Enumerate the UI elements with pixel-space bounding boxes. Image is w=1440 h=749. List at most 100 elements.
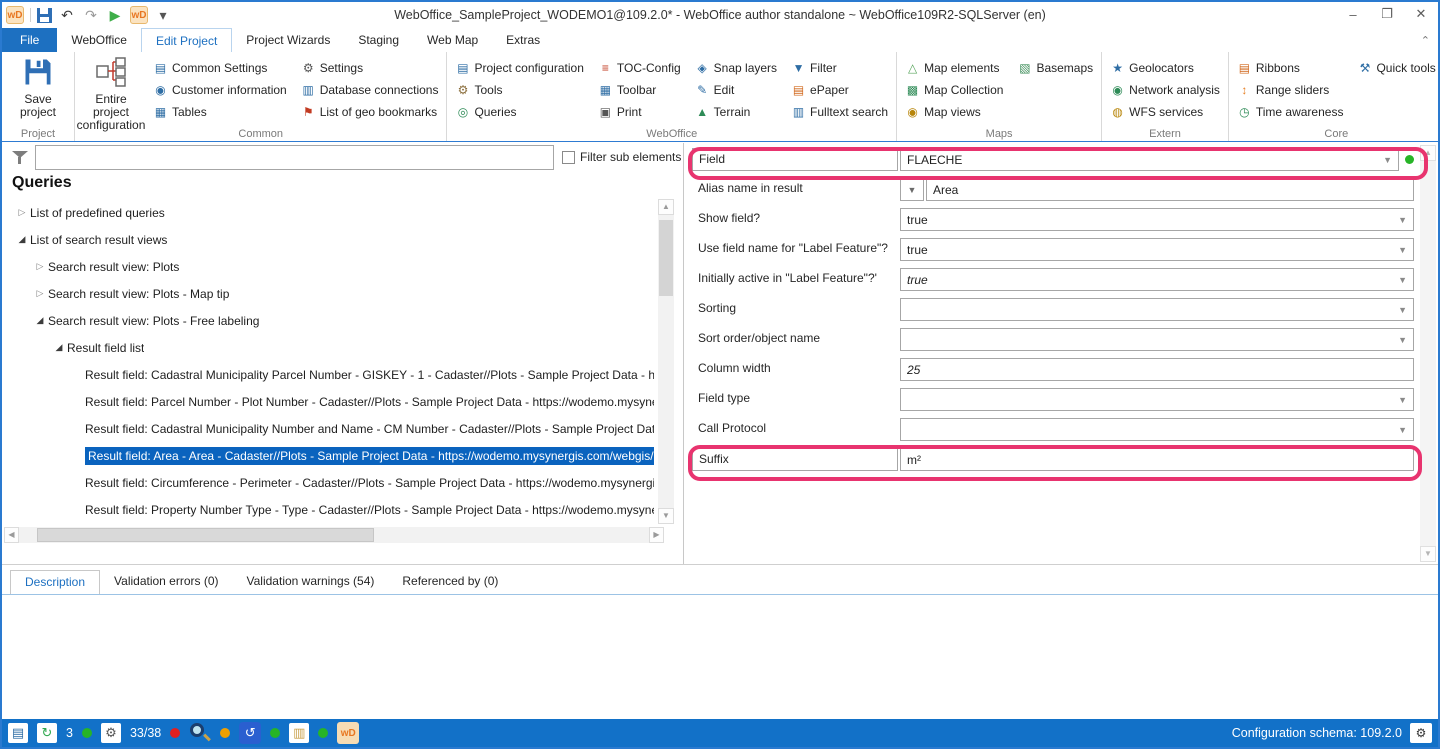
snap-layers-button[interactable]: ◈Snap layers <box>691 57 781 78</box>
scroll-up-icon[interactable]: ▲ <box>658 199 674 215</box>
show-field-select[interactable]: true▼ <box>900 208 1414 231</box>
tree-item[interactable]: ▷Search result view: Plots <box>4 253 656 280</box>
sort-order-object-name-select[interactable]: ▼ <box>900 328 1414 351</box>
field-type-select[interactable]: ▼ <box>900 388 1414 411</box>
scroll-down-icon[interactable]: ▼ <box>658 508 674 524</box>
panel-divider[interactable] <box>683 143 684 564</box>
horizontal-splitter[interactable] <box>2 564 1438 565</box>
tables-button[interactable]: ▦Tables <box>149 101 291 122</box>
scroll-right-icon[interactable]: ▶ <box>649 527 664 543</box>
tree-item[interactable]: Result field: Circumference - Perimeter … <box>4 469 656 496</box>
navigation-service-icon[interactable]: ↺ <box>239 722 261 744</box>
tree-item[interactable]: ◢Search result view: Plots - Free labeli… <box>4 307 656 334</box>
maximize-button[interactable]: ❐ <box>1370 2 1404 26</box>
form-vertical-scrollbar[interactable]: ▲ ▼ <box>1420 145 1436 562</box>
scroll-left-icon[interactable]: ◀ <box>4 527 19 543</box>
save-project-button[interactable]: Save project <box>6 55 70 127</box>
user-database-icon[interactable]: ▥ <box>289 723 309 743</box>
refresh-icon[interactable]: ↻ <box>37 723 57 743</box>
settings-button[interactable]: ⚙Settings <box>297 57 443 78</box>
wfs-services-button[interactable]: ◍WFS services <box>1106 101 1224 122</box>
tree-item[interactable]: Result field: Area - Area - Cadaster//Pl… <box>4 442 656 469</box>
expanded-arrow-icon[interactable]: ◢ <box>32 315 48 326</box>
database-connections-button[interactable]: ▥Database connections <box>297 79 443 100</box>
tab-extras[interactable]: Extras <box>492 28 554 52</box>
tree-item[interactable]: ◢List of search result views <box>4 226 656 253</box>
tree-item[interactable]: Result field: Cadastral Municipality Num… <box>4 415 656 442</box>
service-config-icon[interactable]: ⚙ <box>101 723 121 743</box>
alias-name-in-result-input[interactable]: Area <box>926 178 1414 201</box>
network-analysis-button[interactable]: ◉Network analysis <box>1106 79 1224 100</box>
basemaps-button[interactable]: ▧Basemaps <box>1013 57 1097 78</box>
tab-staging[interactable]: Staging <box>344 28 413 52</box>
terrain-button[interactable]: ▲Terrain <box>691 101 781 122</box>
initially-active-in-label-feature-select[interactable]: true▼ <box>900 268 1414 291</box>
field-select[interactable]: FLAECHE▼ <box>900 148 1399 171</box>
tree-vscroll-thumb[interactable] <box>659 220 673 296</box>
column-width-input[interactable]: 25 <box>900 358 1414 381</box>
edit-button[interactable]: ✎Edit <box>691 79 781 100</box>
use-field-name-for-label-feature-select[interactable]: true▼ <box>900 238 1414 261</box>
alias-name-in-result-dropdown-button[interactable]: ▼ <box>900 178 924 201</box>
tree-item[interactable]: ▷Search result view: Plots - Map tip <box>4 280 656 307</box>
tools-button[interactable]: ⚙Tools <box>451 79 587 100</box>
collapsed-arrow-icon[interactable]: ▷ <box>32 288 48 299</box>
print-button[interactable]: ▣Print <box>594 101 685 122</box>
search-service-icon[interactable] <box>189 722 211 744</box>
bottom-tab-referenced-by-0-[interactable]: Referenced by (0) <box>388 570 512 594</box>
time-awareness-button[interactable]: ◷Time awareness <box>1233 101 1348 122</box>
collapsed-arrow-icon[interactable]: ▷ <box>32 261 48 272</box>
tab-weboffice[interactable]: WebOffice <box>57 28 141 52</box>
call-protocol-select[interactable]: ▼ <box>900 418 1414 441</box>
tree-item[interactable]: Result field: Property Number Type - Typ… <box>4 496 656 523</box>
filter-button[interactable]: ▼Filter <box>787 57 892 78</box>
tab-web-map[interactable]: Web Map <box>413 28 492 52</box>
list-of-geo-bookmarks-button[interactable]: ⚑List of geo bookmarks <box>297 101 443 122</box>
tree-item[interactable]: Result field: Parcel Number - Plot Numbe… <box>4 388 656 415</box>
weboffice-service-icon[interactable]: wD <box>337 722 359 744</box>
tree-item[interactable]: Result field: Cadastral Municipality Par… <box>4 361 656 388</box>
sorting-select[interactable]: ▼ <box>900 298 1414 321</box>
tree-horizontal-scrollbar[interactable]: ◀ ▶ <box>4 527 664 543</box>
close-button[interactable]: ✕ <box>1404 2 1438 26</box>
fulltext-search-button[interactable]: ▥Fulltext search <box>787 101 892 122</box>
schema-settings-button[interactable]: ⚙ <box>1410 723 1432 743</box>
map-collection-button[interactable]: ▩Map Collection <box>901 79 1007 100</box>
toolbar-button[interactable]: ▦Toolbar <box>594 79 685 100</box>
queries-button[interactable]: ◎Queries <box>451 101 587 122</box>
quick-tools-button[interactable]: ⚒Quick tools <box>1353 57 1439 78</box>
map-views-button[interactable]: ◉Map views <box>901 101 1007 122</box>
range-sliders-button[interactable]: ↕Range sliders <box>1233 79 1348 100</box>
scroll-down-icon[interactable]: ▼ <box>1420 546 1436 562</box>
common-settings-button[interactable]: ▤Common Settings <box>149 57 291 78</box>
project-configuration-button[interactable]: ▤Project configuration <box>451 57 587 78</box>
tab-project-wizards[interactable]: Project Wizards <box>232 28 344 52</box>
filter-sub-elements-checkbox[interactable] <box>562 151 575 164</box>
bottom-tab-description[interactable]: Description <box>10 570 100 594</box>
bottom-tab-validation-errors-0-[interactable]: Validation errors (0) <box>100 570 232 594</box>
bottom-tab-validation-warnings-54-[interactable]: Validation warnings (54) <box>233 570 389 594</box>
customer-information-button[interactable]: ◉Customer information <box>149 79 291 100</box>
minimize-button[interactable]: – <box>1336 2 1370 26</box>
tab-file[interactable]: File <box>2 28 57 52</box>
ribbon-tab-row: FileWebOfficeEdit ProjectProject Wizards… <box>2 28 1438 52</box>
toc-config-button[interactable]: ≡TOC-Config <box>594 57 685 78</box>
scroll-up-icon[interactable]: ▲ <box>1420 145 1436 161</box>
validation-report-icon[interactable]: ▤ <box>8 723 28 743</box>
ribbons-button[interactable]: ▤Ribbons <box>1233 57 1348 78</box>
collapse-ribbon-icon[interactable]: ⌃ <box>1421 34 1430 47</box>
tab-edit-project[interactable]: Edit Project <box>141 28 232 52</box>
tree-item[interactable]: ◢Result field list <box>4 334 656 361</box>
map-elements-button[interactable]: △Map elements <box>901 57 1007 78</box>
tree-vertical-scrollbar[interactable]: ▲ ▼ <box>658 199 674 524</box>
collapsed-arrow-icon[interactable]: ▷ <box>14 207 30 218</box>
entire-project-configuration-button[interactable]: Entire project configuration <box>79 55 143 127</box>
suffix-input[interactable]: m² <box>900 448 1414 471</box>
tree-hscroll-thumb[interactable] <box>37 528 374 542</box>
expanded-arrow-icon[interactable]: ◢ <box>51 342 67 353</box>
expanded-arrow-icon[interactable]: ◢ <box>14 234 30 245</box>
epaper-button[interactable]: ▤ePaper <box>787 79 892 100</box>
tree-item[interactable]: ▷List of predefined queries <box>4 199 656 226</box>
geolocators-button[interactable]: ★Geolocators <box>1106 57 1224 78</box>
filter-input[interactable] <box>35 145 554 170</box>
